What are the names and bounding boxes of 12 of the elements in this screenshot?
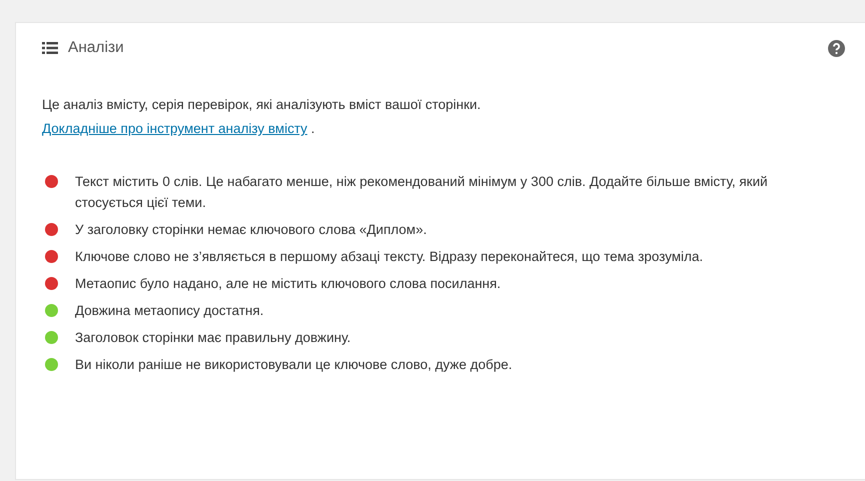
result-text: Текст містить 0 слів. Це набагато менше, ніж рекомендований мінімум у 300 слів. Додайте більше вмісту, який стосується цієї теми. bbox=[75, 173, 769, 212]
result-text: Заголовок сторінки має правильну довжину. bbox=[75, 329, 351, 347]
result-text: Довжина метаопису достатня. bbox=[75, 302, 264, 320]
list-icon bbox=[42, 42, 58, 54]
intro-paragraph: Це аналіз вмісту, серія перевірок, які аналізують вміст вашої сторінки. Докладніше про інструмент аналізу вмісту . bbox=[42, 96, 482, 138]
result-text: У заголовку сторінки немає ключового слова «Диплом». bbox=[75, 221, 427, 239]
panel-title: Аналізи bbox=[68, 39, 125, 57]
help-icon[interactable] bbox=[828, 40, 845, 56]
result-text: Ви ніколи раніше не використовували це ключове слово, дуже добре. bbox=[75, 356, 512, 374]
learn-more-link[interactable]: Докладніше про інструмент аналізу вмісту bbox=[42, 121, 308, 136]
result-text: Метаопис було надано, але не містить ключового слова посилання. bbox=[75, 275, 501, 293]
result-text: Ключове слово не з’являється в першому абзаці тексту. Відразу переконайтеся, що тема зрозуміла. bbox=[75, 248, 704, 266]
